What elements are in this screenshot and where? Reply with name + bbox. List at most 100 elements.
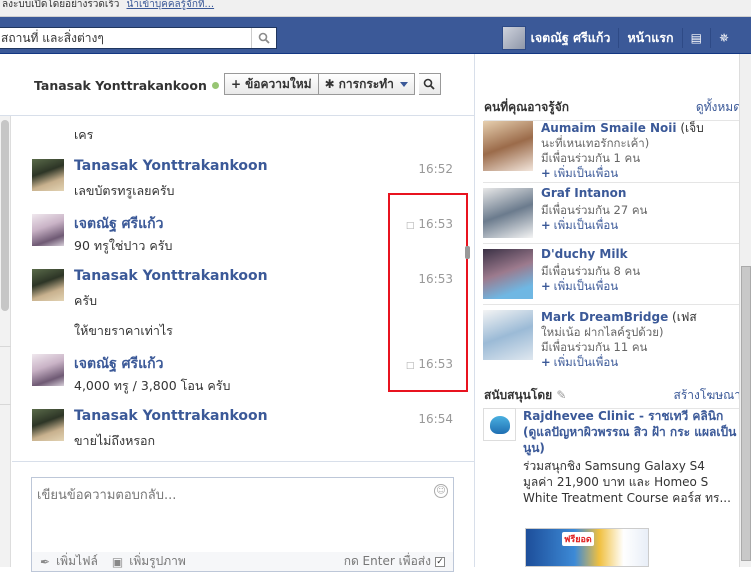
avatar[interactable] xyxy=(32,354,64,386)
new-message-label: ข้อความใหม่ xyxy=(245,76,312,91)
sponsored-info-icon[interactable]: ✎ xyxy=(556,388,566,402)
conversation-actions: + ข้อความใหม่ ✱ การกระทำ xyxy=(224,73,441,95)
profile-link[interactable]: เจตณัฐ ศรีแก้ว xyxy=(531,28,611,48)
avatar[interactable] xyxy=(32,214,64,246)
search-conversation-button[interactable] xyxy=(418,73,441,95)
nav-divider xyxy=(681,28,683,48)
pymk-name[interactable]: D'duchy Milk xyxy=(541,247,628,261)
pymk-card: D'duchy Milk มีเพื่อนร่วมกัน 8 คน + เพิ่ม… xyxy=(483,247,741,309)
enter-send-label: กด Enter เพื่อส่ง xyxy=(343,554,431,568)
sender-name[interactable]: Tanasak Yonttrakankoon xyxy=(74,268,268,284)
ad-logo[interactable] xyxy=(483,408,516,441)
add-friend-label: เพิ่มเป็นเพื่อน xyxy=(553,166,619,180)
sponsored-title-wrap: สนับสนุนโดย ✎ xyxy=(484,386,566,405)
sender-name[interactable]: เจตณัฐ ศรีแก้ว xyxy=(74,213,163,235)
reply-input[interactable] xyxy=(32,478,427,548)
notice-bar: ลงะบบเปิดโดยอย่างรวดเร็ว นำเข้าบุคคลรู้จ… xyxy=(0,0,751,17)
nav-divider xyxy=(709,28,711,48)
attach-file-button[interactable]: ✒ เพิ่มไฟล์ xyxy=(40,552,98,571)
left-scrollbar-thumb[interactable] xyxy=(1,120,9,311)
thread-scroll-handle[interactable] xyxy=(465,246,470,259)
add-friend-label: เพิ่มเป็นเพื่อน xyxy=(553,279,619,293)
paperclip-icon: ✒ xyxy=(40,554,51,569)
divider xyxy=(483,182,741,183)
sender-name[interactable]: Tanasak Yonttrakankoon xyxy=(74,408,268,424)
top-bar: เจตณัฐ ศรีแก้ว หน้าแรก ▤ ✵ xyxy=(0,17,751,54)
add-friend-button[interactable]: + เพิ่มเป็นเพื่อน xyxy=(541,278,618,296)
pymk-photo[interactable] xyxy=(483,188,533,238)
highlight-annotation-box xyxy=(388,193,468,392)
user-avatar[interactable] xyxy=(501,26,526,50)
pymk-name[interactable]: Aumaim Smaile Noii xyxy=(541,121,677,135)
avatar[interactable] xyxy=(32,159,64,191)
message-text: เคร xyxy=(74,127,94,142)
ad-image[interactable]: ฟรียอด xyxy=(525,528,649,567)
add-photo-button[interactable]: ▣ เพิ่มรูปภาพ xyxy=(112,552,186,571)
message-text: เลขบัตรทรูเลยครับ xyxy=(74,183,175,198)
sender-name[interactable]: Tanasak Yonttrakankoon xyxy=(74,158,268,174)
search-icon xyxy=(424,78,436,90)
add-friend-icon: + xyxy=(541,279,551,293)
pymk-title: คนที่คุณอาจรู้จัก xyxy=(484,100,570,114)
rail-divider xyxy=(0,404,11,405)
contact-name[interactable]: Tanasak Yonttrakankoon xyxy=(34,78,207,93)
message-text: ขายไม่ถึงหรอก xyxy=(74,433,156,448)
message-text: 90 ทรูใช่ปาว ครับ xyxy=(74,238,173,253)
ad-title[interactable]: Rajdhevee Clinic - ราชเทวี คลินิก (ดูแลป… xyxy=(523,408,738,456)
left-scroll-rail xyxy=(0,116,11,567)
search-icon xyxy=(258,32,270,44)
add-friend-button[interactable]: + เพิ่มเป็นเพื่อน xyxy=(541,217,618,235)
create-ad-link[interactable]: สร้างโฆษณา xyxy=(674,386,742,405)
search-button[interactable] xyxy=(251,28,275,48)
pymk-photo[interactable] xyxy=(483,121,533,171)
new-message-button[interactable]: + ข้อความใหม่ xyxy=(224,73,319,95)
add-friend-label: เพิ่มเป็นเพื่อน xyxy=(553,218,619,232)
notice-link[interactable]: นำเข้าบุคคลรู้จักที่... xyxy=(127,0,215,10)
enter-send-checkbox[interactable]: ✓ xyxy=(435,556,445,567)
pymk-photo[interactable] xyxy=(483,310,533,360)
see-all-link[interactable]: ดูทั้งหมด xyxy=(696,98,741,117)
pymk-name[interactable]: Graf Intanon xyxy=(541,186,626,200)
message-time: 16:52 xyxy=(418,162,453,176)
pymk-photo[interactable] xyxy=(483,249,533,299)
divider xyxy=(483,304,741,305)
pymk-name[interactable]: Mark DreamBridge xyxy=(541,310,668,324)
chevron-down-icon xyxy=(399,81,408,87)
message-text: ครับ xyxy=(74,293,98,308)
add-friend-icon: + xyxy=(541,166,551,180)
sender-name[interactable]: เจตณัฐ ศรีแก้ว xyxy=(74,353,163,375)
nav-divider xyxy=(618,28,620,48)
pymk-name-extra: (เจ็บ xyxy=(676,121,704,135)
gear-icon[interactable]: ✵ xyxy=(719,31,729,45)
add-friend-icon: + xyxy=(541,218,551,232)
pymk-card: Mark DreamBridge (เฟส ใหม่เน้อ ฝากไลค์รู… xyxy=(483,310,741,370)
pymk-card: Aumaim Smaile Noii (เจ็บ นะที่เหนเทอรักก… xyxy=(483,121,741,181)
right-scrollbar[interactable] xyxy=(739,54,751,567)
ad-image-tag: ฟรียอด xyxy=(562,532,594,546)
add-friend-button[interactable]: + เพิ่มเป็นเพื่อน xyxy=(541,354,618,372)
composer-divider xyxy=(12,461,474,462)
actions-dropdown[interactable]: ✱ การกระทำ xyxy=(318,73,415,95)
add-photo-label: เพิ่มรูปภาพ xyxy=(129,554,186,568)
add-friend-button[interactable]: + เพิ่มเป็นเพื่อน xyxy=(541,165,618,183)
actions-label: การกระทำ xyxy=(338,76,394,91)
search-box xyxy=(0,27,277,49)
avatar[interactable] xyxy=(32,269,64,301)
attach-file-label: เพิ่มไฟล์ xyxy=(56,554,98,568)
gear-icon: ✱ xyxy=(324,77,335,91)
sponsored-header: สนับสนุนโดย ✎ สร้างโฆษณา xyxy=(484,386,741,409)
composer-toolbar: ✒ เพิ่มไฟล์ ▣ เพิ่มรูปภาพ กด Enter เพื่อ… xyxy=(31,552,454,572)
right-scrollbar-thumb[interactable] xyxy=(741,266,751,561)
online-status-icon xyxy=(211,82,219,89)
privacy-lock-icon[interactable]: ▤ xyxy=(691,31,702,45)
message-text: 4,000 ทรู / 3,800 โอน ครับ xyxy=(74,378,231,393)
right-sidebar: คนที่คุณอาจรู้จัก ดูทั้งหมด Aumaim Smail… xyxy=(474,54,751,567)
home-link[interactable]: หน้าแรก xyxy=(627,28,673,48)
avatar[interactable] xyxy=(32,409,64,441)
enter-to-send-toggle[interactable]: กด Enter เพื่อส่ง ✓ xyxy=(344,552,445,571)
divider xyxy=(483,243,741,244)
notice-text: ลงะบบเปิดโดยอย่างรวดเร็ว xyxy=(2,0,120,10)
search-input[interactable] xyxy=(0,28,251,48)
pymk-header: คนที่คุณอาจรู้จัก ดูทั้งหมด xyxy=(484,98,741,121)
emoticon-icon[interactable]: ☺ xyxy=(434,484,448,498)
